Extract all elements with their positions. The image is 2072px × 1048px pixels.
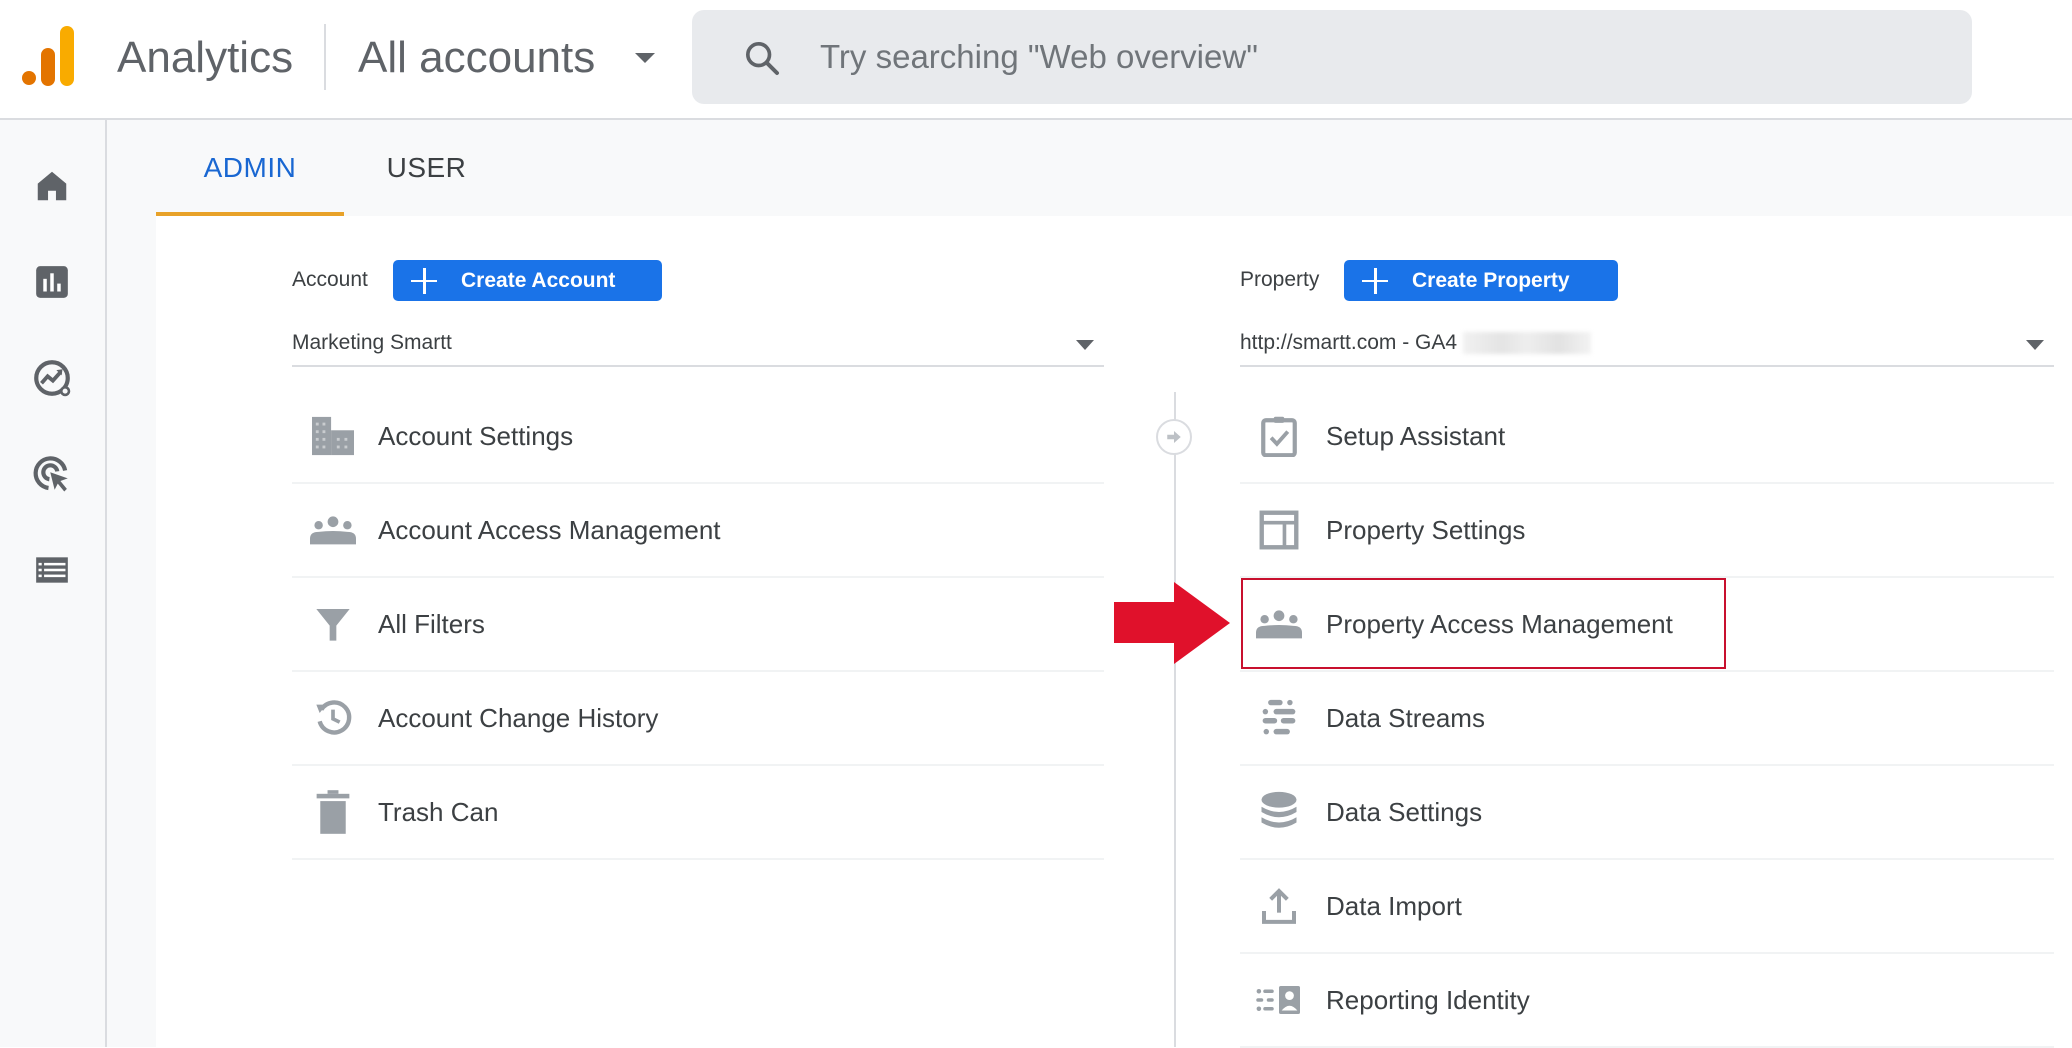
account-picker-label: All accounts: [358, 33, 596, 82]
create-property-label: Create Property: [1412, 268, 1570, 292]
list-item-setup-assistant[interactable]: Setup Assistant: [1240, 390, 2054, 484]
home-icon: [37, 171, 67, 201]
list-item-label: Setup Assistant: [1326, 420, 1506, 451]
create-account-label: Create Account: [461, 268, 616, 292]
tab-admin[interactable]: ADMIN: [156, 120, 344, 216]
list-item-reporting-identity[interactable]: Reporting Identity: [1240, 954, 2054, 1048]
list-item-label: Data Import: [1326, 890, 1462, 921]
advertising-target-icon: [33, 456, 68, 492]
list-item-label: Account Change History: [378, 702, 659, 733]
list-item-property-settings[interactable]: Property Settings: [1240, 484, 2054, 578]
list-item-data-settings[interactable]: Data Settings: [1240, 766, 2054, 860]
tab-user[interactable]: USER: [344, 120, 509, 216]
people-icon: [310, 507, 356, 553]
create-property-button[interactable]: Create Property: [1344, 260, 1618, 301]
create-account-button[interactable]: Create Account: [393, 260, 662, 301]
data-streams-icon: [1256, 695, 1302, 741]
admin-user-tabs: ADMIN USER: [156, 120, 509, 216]
reporting-identity-icon: [1256, 977, 1302, 1023]
people-icon: [1256, 601, 1302, 647]
list-item-property-access-management[interactable]: Property Access Management: [1240, 578, 2054, 672]
top-app-bar: Analytics All accounts: [0, 0, 2072, 120]
list-item-label: Trash Can: [378, 796, 499, 827]
property-settings-list: Setup Assistant Property Settings Proper…: [1240, 390, 2054, 1048]
plus-icon: [411, 267, 437, 294]
building-icon: [310, 413, 356, 459]
list-item-label: Account Settings: [378, 420, 574, 451]
search-input[interactable]: [820, 30, 1920, 84]
property-selected-text: http://smartt.com - GA4: [1240, 331, 1458, 354]
property-column-label: Property: [1240, 268, 1320, 291]
nav-home[interactable]: [26, 160, 78, 212]
search-bar[interactable]: [692, 10, 1972, 104]
plus-icon: [1362, 267, 1388, 294]
list-item-label: Reporting Identity: [1326, 984, 1530, 1015]
column-divider: [1174, 392, 1176, 1047]
caret-down-icon: [2026, 340, 2044, 350]
red-arrow-annotation-icon: [1114, 582, 1230, 664]
account-column-label: Account: [292, 268, 368, 291]
nav-configure[interactable]: [26, 544, 78, 596]
redacted-property-id: [1463, 332, 1592, 355]
account-settings-list: Account Settings Account Access Manageme…: [292, 390, 1104, 860]
list-item-data-import[interactable]: Data Import: [1240, 860, 2054, 954]
list-item-account-access-management[interactable]: Account Access Management: [292, 484, 1104, 578]
app-title: Analytics: [117, 33, 294, 82]
property-layout-icon: [1256, 507, 1302, 553]
caret-down-icon: [1076, 340, 1094, 350]
caret-down-icon: [635, 53, 656, 63]
nav-explore[interactable]: [26, 352, 78, 404]
account-picker[interactable]: All accounts: [358, 30, 656, 86]
list-icon: [36, 557, 68, 583]
trash-icon: [310, 789, 356, 835]
list-item-label: Data Streams: [1326, 702, 1485, 733]
history-icon: [310, 695, 356, 741]
list-item-account-settings[interactable]: Account Settings: [292, 390, 1104, 484]
list-item-trash-can[interactable]: Trash Can: [292, 766, 1104, 860]
database-icon: [1256, 789, 1302, 835]
list-item-label: Data Settings: [1326, 796, 1483, 827]
arrow-right-circle-icon: [1156, 419, 1192, 455]
upload-icon: [1256, 883, 1302, 929]
nav-advertising[interactable]: [26, 448, 78, 500]
header-divider: [324, 24, 326, 90]
list-item-label: Account Access Management: [378, 514, 721, 545]
list-item-data-streams[interactable]: Data Streams: [1240, 672, 2054, 766]
analytics-logo-icon[interactable]: [22, 26, 80, 86]
nav-reports[interactable]: [26, 256, 78, 308]
filter-icon: [310, 601, 356, 647]
list-item-all-filters[interactable]: All Filters: [292, 578, 1104, 672]
clipboard-check-icon: [1256, 413, 1302, 459]
search-icon: [746, 42, 779, 75]
property-selector[interactable]: http://smartt.com - GA4: [1240, 323, 2054, 367]
explore-trend-icon: [34, 360, 71, 397]
left-nav: [0, 120, 107, 1047]
account-selector[interactable]: Marketing Smartt: [292, 323, 1104, 367]
bar-chart-icon: [36, 266, 68, 298]
list-item-label: All Filters: [378, 608, 485, 639]
list-item-label: Property Settings: [1326, 514, 1526, 545]
list-item-label: Property Access Management: [1326, 608, 1673, 639]
list-item-account-change-history[interactable]: Account Change History: [292, 672, 1104, 766]
property-selected-value: http://smartt.com - GA4: [1240, 331, 1592, 355]
account-selected-value: Marketing Smartt: [292, 331, 452, 354]
